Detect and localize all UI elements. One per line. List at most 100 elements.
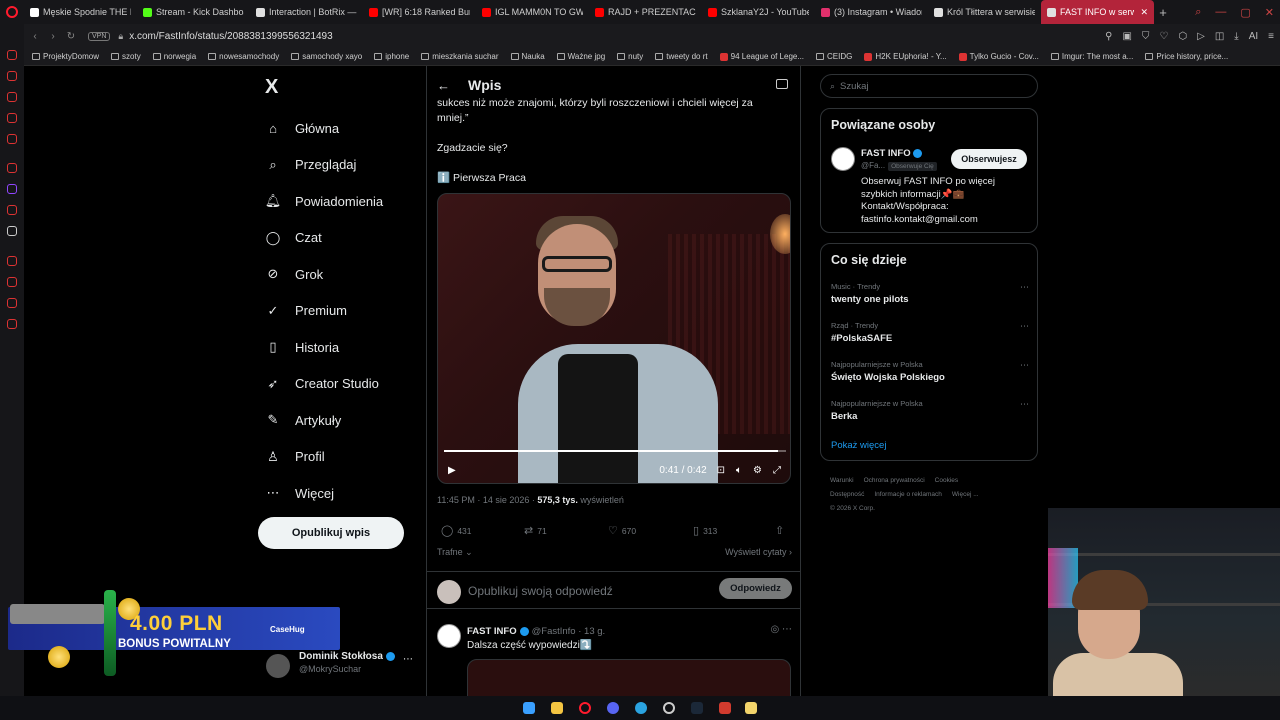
bookmark-action[interactable]: ▯ 313 xyxy=(693,524,717,537)
browser-tab[interactable]: RAJD + PREZENTACJA xyxy=(589,0,702,24)
browser-tab[interactable]: Stream - Kick Dashboard xyxy=(137,0,250,24)
search-tabs-icon[interactable]: ⌕ xyxy=(1195,6,1201,19)
discord-icon[interactable] xyxy=(607,702,619,714)
more-icon[interactable]: ⋯ xyxy=(1020,399,1029,410)
obs-icon[interactable] xyxy=(663,702,675,714)
bookmark-item[interactable]: nowesamochody xyxy=(208,52,279,61)
play-icon[interactable]: ▶ xyxy=(448,465,456,476)
sidebar-icon[interactable] xyxy=(7,113,17,123)
file-explorer-icon[interactable] xyxy=(551,702,563,714)
view-quotes-link[interactable]: Wyświetl cytaty › xyxy=(725,547,792,557)
browser-tab[interactable]: Interaction | BotRix — Cl xyxy=(250,0,363,24)
volume-icon[interactable]: 🔈︎ xyxy=(736,465,742,476)
browser-tab[interactable]: [WR] 6:18 Ranked Buried xyxy=(363,0,476,24)
sidebar-icon[interactable] xyxy=(7,319,17,329)
share-action[interactable]: ⇧ xyxy=(775,524,784,537)
video-player[interactable]: ▶ 0:41 / 0:42 ⊡ 🔈︎ ⚙ ⤢ xyxy=(437,193,791,484)
browser-tab[interactable]: FAST INFO w serwisie X: „ ✕ xyxy=(1041,0,1154,24)
browser-tab[interactable]: Król Tłittera w serwisie X xyxy=(928,0,1041,24)
sidebar-icon[interactable] xyxy=(7,92,17,102)
browser-tab[interactable]: (3) Instagram • Wiadom xyxy=(815,0,928,24)
search-input[interactable]: ⌕ Szukaj xyxy=(820,74,1038,98)
like-action[interactable]: ♡ 670 xyxy=(608,524,636,537)
back-icon[interactable]: ‹ xyxy=(28,31,42,42)
fullscreen-icon[interactable]: ⤢ xyxy=(773,465,781,476)
browser-tab[interactable]: Męskie Spodnie THE NO xyxy=(24,0,137,24)
lock-icon[interactable]: 🔒︎ xyxy=(118,31,123,42)
more-icon[interactable]: ◎ ⋯ xyxy=(770,624,792,635)
reply-button[interactable]: Odpowiedz xyxy=(719,578,792,599)
footer-link[interactable]: Warunki xyxy=(830,477,854,484)
sidebar-icon[interactable] xyxy=(7,71,17,81)
maximize-button[interactable]: ▢ xyxy=(1240,6,1250,19)
sort-dropdown[interactable]: Trafne ⌄ xyxy=(437,547,473,557)
nav-item-bookmark[interactable]: ▯ Historia xyxy=(265,329,383,366)
reply-action[interactable]: ◯ 431 xyxy=(441,524,472,537)
avatar[interactable] xyxy=(831,147,855,171)
sidebar-icon[interactable] xyxy=(7,50,17,60)
more-icon[interactable]: ⋯ xyxy=(1020,321,1029,332)
nav-item-more[interactable]: ⋯ Więcej xyxy=(265,475,383,512)
sidebar-icon[interactable] xyxy=(7,134,17,144)
sidebar-icon[interactable] xyxy=(7,298,17,308)
captions-icon[interactable]: ⊡ xyxy=(717,465,725,476)
more-icon[interactable]: ⋯ xyxy=(1020,360,1029,371)
publish-post-button[interactable]: Opublikuj wpis xyxy=(258,517,404,549)
related-name[interactable]: FAST INFO xyxy=(861,148,911,159)
opera-icon[interactable] xyxy=(579,702,591,714)
bookmark-item[interactable]: 94 League of Lege... xyxy=(719,52,804,61)
show-more-link[interactable]: Pokaż więcej xyxy=(831,440,886,451)
vpn-badge[interactable]: VPN xyxy=(88,31,111,41)
shield-icon[interactable]: ⛉ xyxy=(1142,31,1150,42)
video-progress-bar[interactable] xyxy=(444,450,786,452)
pin-icon[interactable]: ⚲ xyxy=(1105,31,1112,42)
windows-start-icon[interactable] xyxy=(523,702,535,714)
repost-action[interactable]: ⇄ 71 xyxy=(524,524,547,537)
sidebar-icon[interactable] xyxy=(7,205,17,215)
following-button[interactable]: Obserwujesz xyxy=(951,149,1027,169)
menu-icon[interactable]: ≡ xyxy=(1268,31,1274,42)
nav-item-search[interactable]: ⌕ Przeglądaj xyxy=(265,147,383,184)
browser-tab[interactable]: IGL MAMM0N TO GWAR xyxy=(476,0,589,24)
app-icon[interactable] xyxy=(719,702,731,714)
player-icon[interactable]: ▷ xyxy=(1197,31,1205,42)
bookmark-item[interactable]: mieszkania suchar xyxy=(421,52,499,61)
bookmark-item[interactable]: CEIDG xyxy=(816,52,852,61)
reader-mode-icon[interactable] xyxy=(776,79,788,89)
settings-icon[interactable]: ⚙ xyxy=(753,465,762,476)
bookmark-item[interactable]: samochody xayo xyxy=(291,52,362,61)
sidebar-icon[interactable] xyxy=(7,256,17,266)
nav-item-premium[interactable]: ✓ Premium xyxy=(265,293,383,330)
bookmark-item[interactable]: tweety do rt xyxy=(655,52,708,61)
trend-item[interactable]: Najpopularniejsze w Polska Berka ⋯ xyxy=(831,399,1029,422)
steam-icon[interactable] xyxy=(691,702,703,714)
sidebar-icon[interactable] xyxy=(7,277,17,287)
bookmark-item[interactable]: nuty xyxy=(617,52,643,61)
reload-icon[interactable]: ↻ xyxy=(64,31,78,42)
close-window-button[interactable]: ✕ xyxy=(1265,6,1274,19)
nav-item-chat[interactable]: ◯ Czat xyxy=(265,220,383,257)
wallet-icon[interactable]: ◫ xyxy=(1215,31,1224,42)
bookmark-item[interactable]: norwegia xyxy=(152,52,196,61)
bookmark-item[interactable]: ProjektyDomow xyxy=(32,52,99,61)
heart-icon[interactable]: ♡ xyxy=(1159,31,1168,42)
tweet-handle[interactable]: @FastInfo · 13 g. xyxy=(532,626,606,637)
telegram-icon[interactable] xyxy=(635,702,647,714)
sidebar-icon[interactable] xyxy=(7,163,17,173)
tweet-media[interactable] xyxy=(467,659,791,696)
footer-link[interactable]: Ochrona prywatności xyxy=(864,477,925,484)
nav-item-rocket[interactable]: ➶ Creator Studio xyxy=(265,366,383,403)
back-arrow-icon[interactable]: ← xyxy=(437,78,450,93)
x-logo[interactable]: X xyxy=(265,76,278,99)
download-icon[interactable]: ⤓ xyxy=(1234,31,1238,42)
footer-link[interactable]: Informacje o reklamach xyxy=(874,491,942,498)
more-icon[interactable]: ⋯ xyxy=(1020,282,1029,293)
nav-item-bell[interactable]: 🔔︎ Powiadomienia xyxy=(265,183,383,220)
url-field[interactable]: x.com/FastInfo/status/208838139955632149… xyxy=(129,31,332,42)
trend-item[interactable]: Rząd · Trendy #PolskaSAFE ⋯ xyxy=(831,321,1029,344)
forward-icon[interactable]: › xyxy=(46,31,60,42)
x-icon[interactable] xyxy=(7,226,17,236)
bookmark-item[interactable]: Nauka xyxy=(510,52,545,61)
app-icon[interactable] xyxy=(745,702,757,714)
related-handle[interactable]: @Fa... xyxy=(861,161,885,170)
